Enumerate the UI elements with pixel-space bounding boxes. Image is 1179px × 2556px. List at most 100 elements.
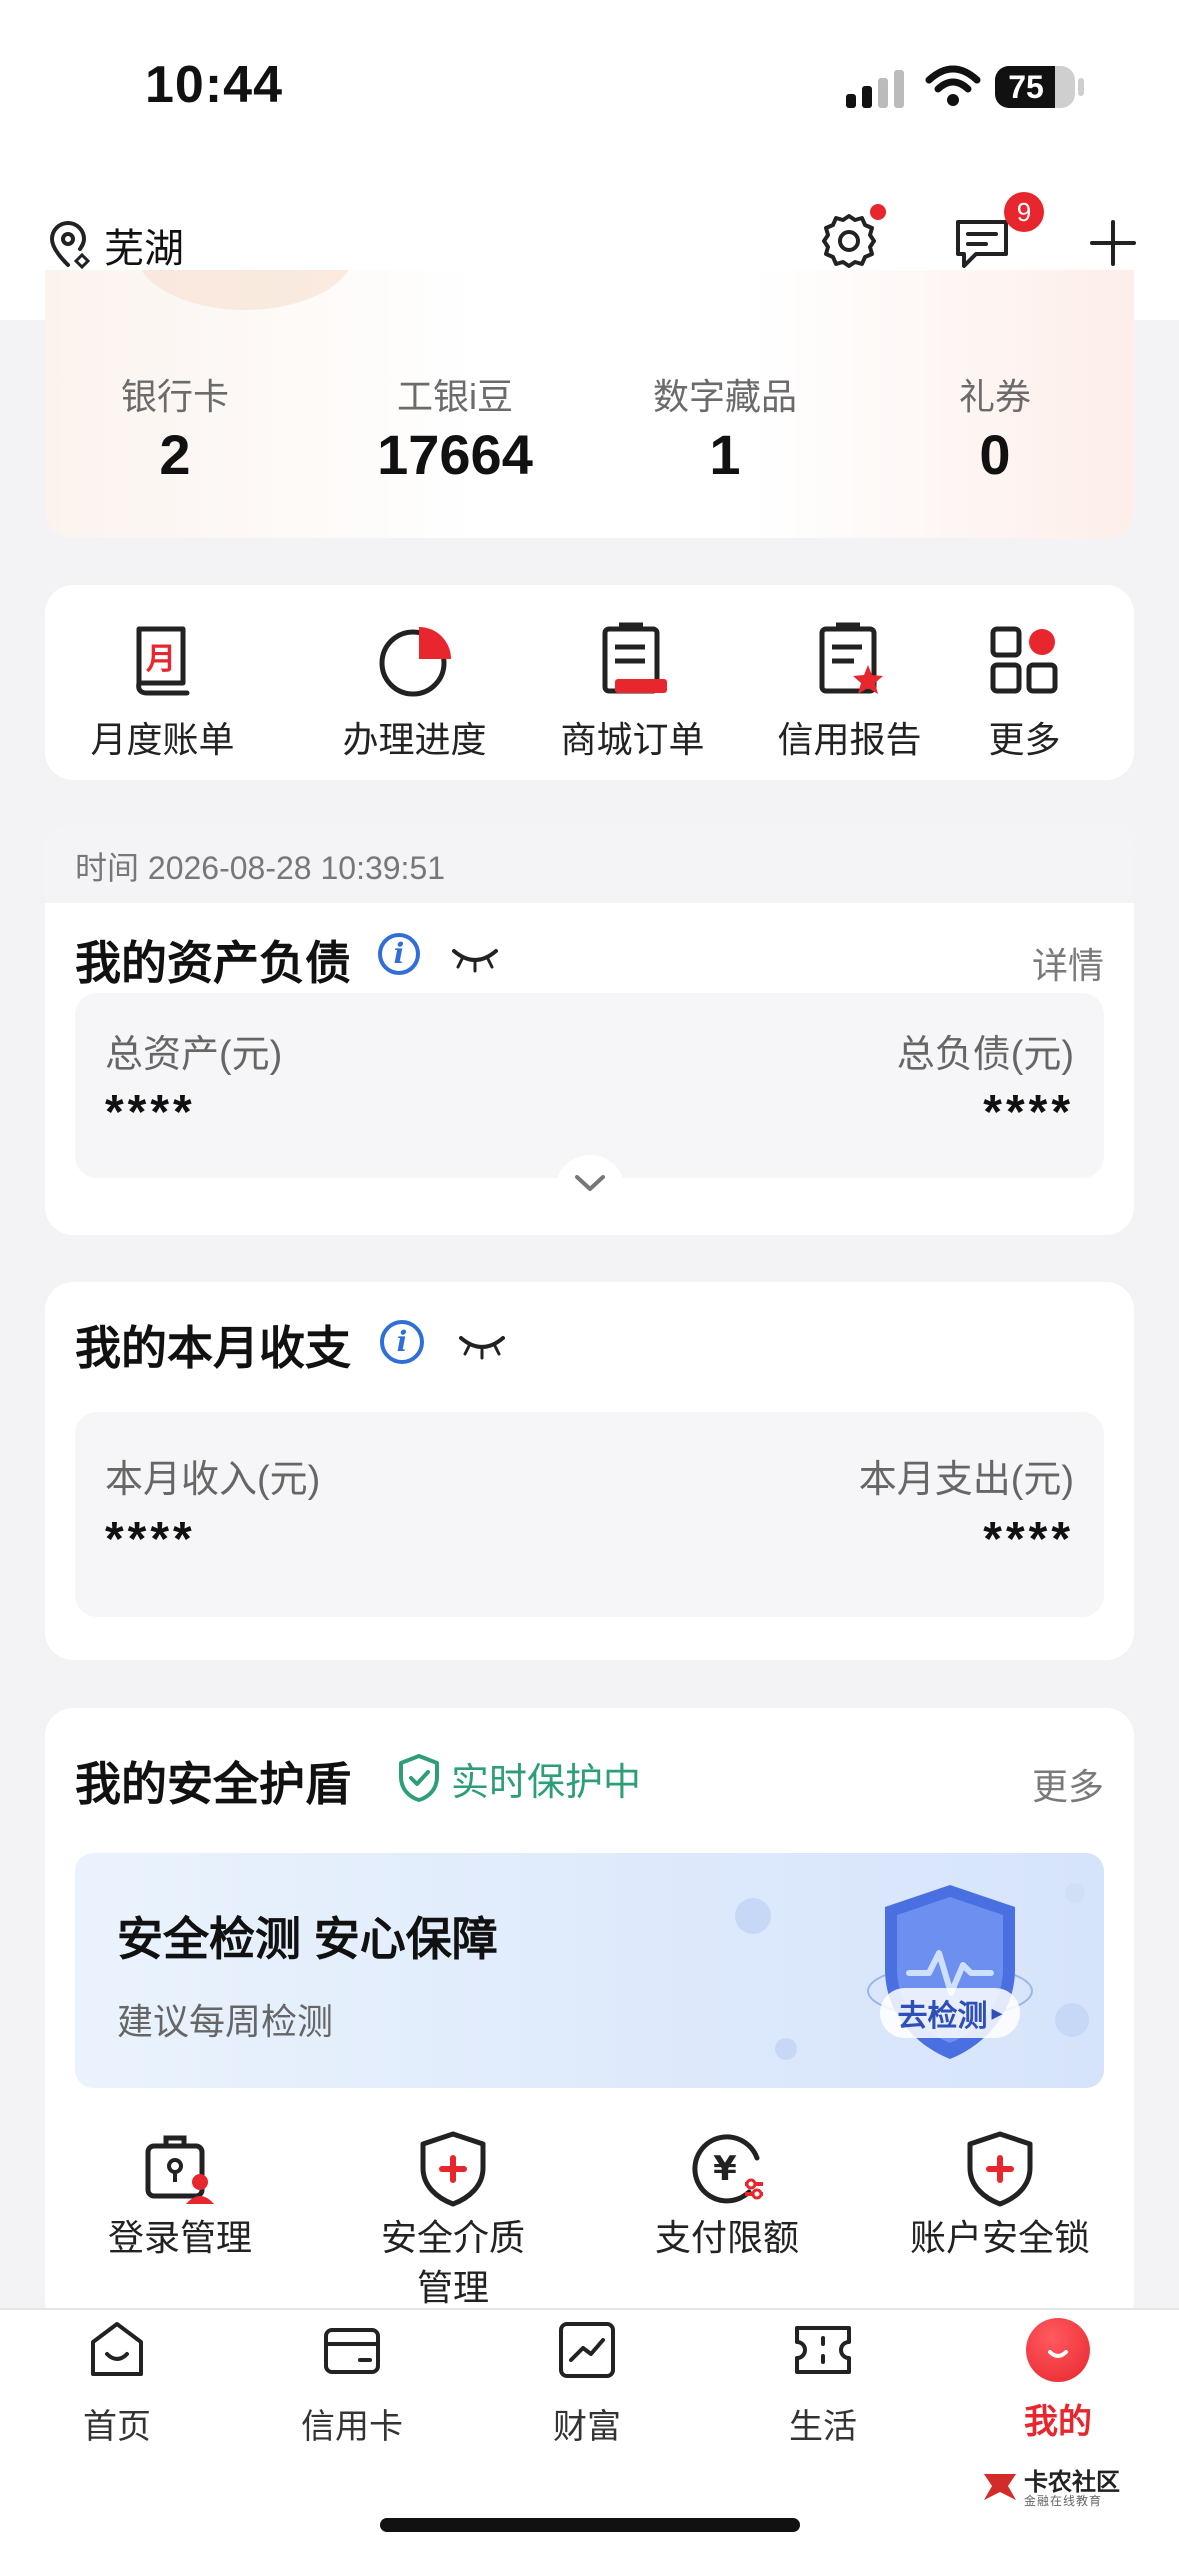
- stat-label: 礼券: [958, 376, 1031, 417]
- battery-indicator: 75: [995, 66, 1075, 108]
- stat-label: 银行卡: [120, 376, 229, 417]
- home-indicator[interactable]: [380, 2518, 800, 2532]
- tab-life[interactable]: 生活: [733, 2318, 913, 2448]
- credit-report-icon: [810, 621, 890, 701]
- life-ticket-icon: [795, 2326, 851, 2374]
- tab-mine[interactable]: 我的: [968, 2318, 1148, 2443]
- home-icon: [91, 2322, 143, 2376]
- stats-card: 银行卡 2 工银i豆 17664 数字藏品 1 礼券 0: [45, 270, 1134, 538]
- monthly-summary: 本月收入(元) **** 本月支出(元) ****: [75, 1412, 1104, 1617]
- quick-action-more[interactable]: 更多: [917, 621, 1132, 763]
- plus-icon: [1090, 220, 1136, 266]
- battery-percent: 75: [1008, 69, 1044, 105]
- watermark-tagline: 金融在线教育: [1024, 2494, 1103, 2508]
- security-item-medium[interactable]: 安全介质管理: [363, 2128, 543, 2313]
- quick-action-progress[interactable]: 办理进度: [307, 621, 522, 763]
- quick-action-monthly-bill[interactable]: 月 月度账单: [55, 621, 270, 763]
- income-label: 本月收入(元): [105, 1459, 321, 1501]
- account-lock-icon: [967, 2131, 1033, 2207]
- cellular-signal-icon: [846, 68, 906, 108]
- hide-eye-icon[interactable]: [450, 943, 500, 973]
- chat-icon: [956, 220, 1008, 268]
- tab-home[interactable]: 首页: [27, 2318, 207, 2448]
- security-item-label: 登录管理: [107, 2217, 252, 2258]
- security-item-account-lock[interactable]: 账户安全锁: [910, 2128, 1090, 2263]
- security-shield-icon: [865, 1873, 1035, 2073]
- battery-cap: [1078, 78, 1084, 96]
- expand-button[interactable]: [555, 1155, 625, 1211]
- total-assets-label: 总资产(元): [105, 1034, 283, 1076]
- assets-timestamp: 时间 2026-08-28 10:39:51: [75, 850, 446, 886]
- monthly-title: 我的本月收支: [75, 1322, 351, 1374]
- security-status-label: 实时保护中: [451, 1761, 642, 1804]
- mine-icon: [1026, 2318, 1090, 2382]
- go-check-label: 去检测: [897, 2000, 988, 2033]
- assets-info-icon[interactable]: i: [378, 933, 420, 975]
- monthly-glyph: 月: [146, 642, 176, 677]
- quick-action-label: 办理进度: [342, 719, 487, 760]
- message-count-badge: 9: [1004, 192, 1044, 232]
- quick-action-label: 月度账单: [90, 719, 235, 760]
- login-management-icon: [145, 2135, 214, 2204]
- quick-actions-card: 月 月度账单 办理进度 商城订单 信用报告 更多: [45, 585, 1134, 780]
- expense-value: ****: [983, 1513, 1074, 1566]
- monthly-card: 我的本月收支 i 本月收入(元) **** 本月支出(元) ****: [45, 1282, 1134, 1660]
- chevron-right-icon: ▸: [991, 2000, 1003, 2025]
- stat-label: 数字藏品: [652, 376, 797, 417]
- wifi-icon: [925, 64, 981, 113]
- watermark: 卡农社区 金融在线教育: [980, 2460, 1130, 2516]
- stat-value: 2: [159, 423, 191, 486]
- location-pin-icon: [48, 221, 92, 270]
- stat-value: 0: [979, 423, 1011, 486]
- go-check-button[interactable]: 去检测 ▸: [880, 1988, 1020, 2038]
- quick-action-mall-orders[interactable]: 商城订单: [525, 621, 740, 763]
- total-liabilities-label: 总负债(元): [896, 1034, 1074, 1076]
- yuan-glyph: ¥: [713, 2149, 737, 2189]
- banner-bubble: [735, 1898, 771, 1934]
- progress-icon: [375, 621, 455, 701]
- stat-digital-collectibles[interactable]: 数字藏品 1: [595, 270, 855, 538]
- watermark-logo-icon: [984, 2474, 1016, 2500]
- mall-order-icon: [593, 621, 673, 701]
- security-more-link[interactable]: 更多: [1032, 1758, 1104, 1810]
- security-item-payment-limit[interactable]: ¥ 支付限额: [637, 2128, 817, 2263]
- quick-action-label: 商城订单: [560, 719, 705, 760]
- location-selector[interactable]: 芜湖: [48, 215, 184, 275]
- security-item-label: 支付限额: [654, 2217, 799, 2258]
- gear-icon: [822, 214, 876, 268]
- monthly-hide-eye-icon[interactable]: [457, 1330, 507, 1360]
- payment-limit-icon: ¥: [692, 2134, 763, 2204]
- chevron-down-icon: [575, 1175, 605, 1191]
- stat-value: 17664: [377, 423, 533, 486]
- total-liabilities-value: ****: [983, 1086, 1074, 1139]
- monthly-bill-icon: 月: [123, 621, 203, 701]
- total-assets-value: ****: [105, 1086, 196, 1139]
- tab-credit-card[interactable]: 信用卡: [262, 2318, 442, 2448]
- monthly-info-icon[interactable]: i: [380, 1320, 424, 1364]
- stat-label: 工银i豆: [397, 376, 513, 417]
- assets-title: 我的资产负债: [75, 937, 351, 989]
- tab-label: 信用卡: [301, 2408, 403, 2446]
- assets-detail-link[interactable]: 详情: [1032, 937, 1104, 989]
- shield-check-icon: [399, 1754, 439, 1802]
- security-item-login[interactable]: 登录管理: [90, 2128, 270, 2263]
- stat-value: 1: [709, 423, 741, 486]
- banner-bubble: [1065, 1883, 1085, 1903]
- tab-label: 生活: [789, 2408, 857, 2446]
- security-check-banner[interactable]: 安全检测 安心保障 建议每周检测 去检测 ▸: [75, 1853, 1104, 2088]
- stat-coupons[interactable]: 礼券 0: [865, 270, 1125, 538]
- banner-title: 安全检测 安心保障: [117, 1913, 498, 1965]
- stat-icbc-beans[interactable]: 工银i豆 17664: [325, 270, 585, 538]
- location-label: 芜湖: [104, 227, 184, 271]
- quick-action-label: 更多: [988, 719, 1061, 760]
- assets-card: 时间 2026-08-28 10:39:51 我的资产负债 i 详情 总资产(元…: [45, 825, 1134, 1235]
- tab-wealth[interactable]: 财富: [497, 2318, 677, 2448]
- settings-button[interactable]: [818, 204, 886, 272]
- security-item-label: 安全介质管理: [380, 2217, 525, 2308]
- stat-bank-cards[interactable]: 银行卡 2: [45, 270, 315, 538]
- add-button[interactable]: [1088, 218, 1138, 268]
- security-title: 我的安全护盾: [75, 1758, 351, 1810]
- banner-bubble: [775, 2038, 797, 2060]
- settings-notification-dot: [870, 204, 886, 220]
- messages-button[interactable]: 9: [952, 192, 1044, 272]
